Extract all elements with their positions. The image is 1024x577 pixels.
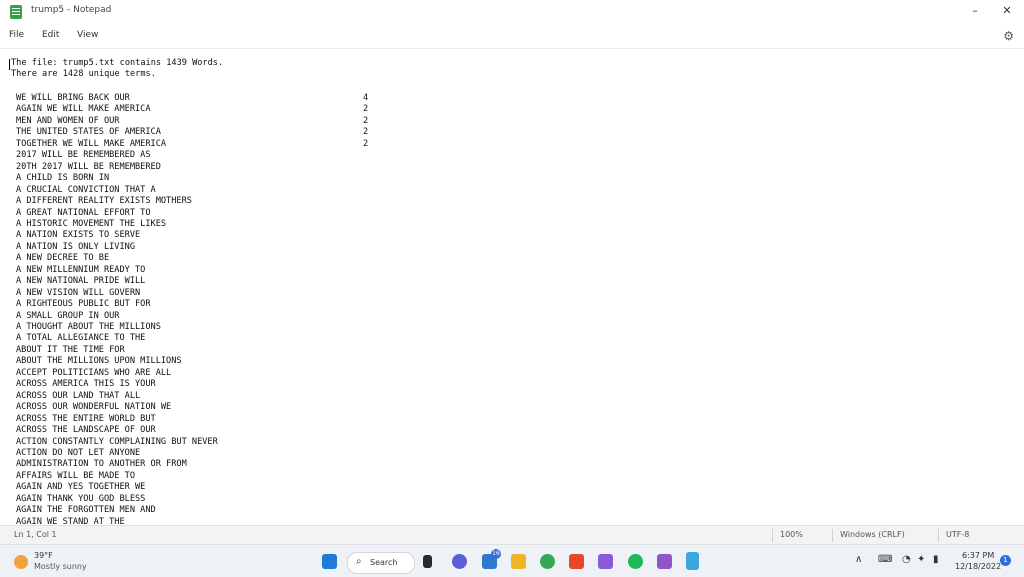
phrase-line: A SMALL GROUP IN OUR [16,310,120,321]
phrase-line: AGAIN THANK YOU GOD BLESS [16,493,146,504]
spotify-icon[interactable] [628,554,643,569]
file-explorer-icon[interactable] [511,554,526,569]
phrase-line: ABOUT IT THE TIME FOR [16,344,125,355]
minimize-icon[interactable]: – [967,3,983,19]
phrase-line: A NATION IS ONLY LIVING [16,241,135,252]
notepad-app-icon [10,5,22,19]
phrase-line: A NEW NATIONAL PRIDE WILL [16,276,146,287]
notepad-taskbar-icon[interactable] [686,552,699,570]
phrase-line: AGAIN THE FORGOTTEN MEN AND [16,505,156,516]
keyboard-icon[interactable]: ⌨ [878,554,892,565]
phrase-line: A GREAT NATIONAL EFFORT TO [16,207,151,218]
start-windows-icon[interactable] [322,554,337,569]
search-icon: ⌕ [356,556,362,567]
phrase-count: 2 [363,104,369,115]
phrase-line: ACROSS OUR LAND THAT ALL [16,390,141,401]
weather-temperature[interactable]: 39°F [34,551,53,560]
phrase-line: A DIFFERENT REALITY EXISTS MOTHERS [16,196,192,207]
phrase-count: 2 [363,115,369,126]
phrase-line: A THOUGHT ABOUT THE MILLIONS [16,322,161,332]
clock-date[interactable]: 12/18/2022 [955,562,1001,571]
phrase-count: 2 [363,127,369,138]
encoding[interactable]: UTF-8 [946,530,969,539]
teams-chat-icon[interactable] [452,554,467,569]
phrase-line: AGAIN WE STAND AT THE [16,516,125,525]
phrase-line: A CHILD IS BORN IN [16,173,110,184]
status-bar: Ln 1, Col 1 100% Windows (CRLF) UTF-8 [0,525,1024,545]
phrase-line: ADMINISTRATION TO ANOTHER OR FROM [16,459,187,470]
phrase-line: A HISTORIC MOVEMENT THE LIKES [16,218,167,229]
phrase-line: A CRUCIAL CONVICTION THAT A [16,184,156,195]
battery-icon[interactable]: ▮ [933,554,939,565]
phrase-line: A RIGHTEOUS PUBLIC BUT FOR [16,299,151,310]
zoom-level[interactable]: 100% [780,530,803,539]
phrase-line: ACTION CONSTANTLY COMPLAINING BUT NEVER [16,436,218,447]
menu-file[interactable]: File [9,30,24,40]
menu-bar: File Edit View ⚙ [0,24,1024,49]
taskbar-search[interactable]: ⌕ Search [347,552,415,574]
phrase-line: THE UNITED STATES OF AMERICA [16,127,161,138]
mail-badge: 16 [491,549,501,559]
header-line-2: There are 1428 unique terms. [11,69,156,79]
phrase-line: WE WILL BRING BACK OUR [16,93,130,103]
phrase-line: AFFAIRS WILL BE MADE TO [16,470,135,481]
phrase-line: 2017 WILL BE REMEMBERED AS [16,150,151,161]
phrase-line: MEN AND WOMEN OF OUR [16,115,120,126]
settings-gear-icon[interactable]: ⚙ [1003,29,1014,43]
visual-studio-icon[interactable] [598,554,613,569]
window-title: trump5 - Notepad [31,5,112,15]
phrase-line: ACCEPT POLITICIANS WHO ARE ALL [16,367,172,378]
phrase-line: A NATION EXISTS TO SERVE [16,230,141,241]
phrase-line: 20TH 2017 WILL BE REMEMBERED [16,161,161,172]
phrase-line: A TOTAL ALLEGIANCE TO THE [16,333,146,344]
text-caret [9,59,10,70]
status-divider [832,529,833,542]
visual-studio-2-icon[interactable] [657,554,672,569]
status-divider [772,529,773,542]
phrase-line: AGAIN AND YES TOGETHER WE [16,482,146,493]
phrase-line: ACTION DO NOT LET ANYONE [16,447,141,458]
phrase-line: ABOUT THE MILLIONS UPON MILLIONS [16,356,182,367]
phrase-line: A NEW VISION WILL GOVERN [16,287,141,298]
volume-icon[interactable]: ✦ [917,554,925,565]
clock-time[interactable]: 6:37 PM [962,551,994,560]
chrome-icon[interactable] [540,554,555,569]
chevron-up-icon[interactable]: ∧ [855,554,862,565]
line-ending[interactable]: Windows (CRLF) [840,530,905,539]
status-divider [938,529,939,542]
weather-condition[interactable]: Mostly sunny [34,562,87,571]
weather-sun-icon[interactable] [14,555,28,569]
menu-edit[interactable]: Edit [42,30,59,40]
phrase-line: AGAIN WE WILL MAKE AMERICA [16,104,151,115]
phrase-line: TOGETHER WE WILL MAKE AMERICA [16,138,167,149]
phrase-count: 2 [363,138,369,149]
phrase-line: A NEW DECREE TO BE [16,253,110,264]
notification-badge[interactable]: 1 [1000,555,1011,566]
wifi-icon[interactable]: ◔ [902,554,911,565]
cursor-position: Ln 1, Col 1 [14,530,57,539]
search-label: Search [370,558,398,567]
text-editor[interactable]: The file: trump5.txt contains 1439 Words… [0,49,1024,525]
taskbar: 39°F Mostly sunny ⌕ Search 16 ∧ ⌨ ◔ ✦ ▮ … [0,544,1024,577]
menu-view[interactable]: View [77,30,98,40]
phrase-line: ACROSS OUR WONDERFUL NATION WE [16,402,172,413]
task-view-icon[interactable] [423,555,432,568]
phrase-line: ACROSS AMERICA THIS IS YOUR [16,379,156,390]
header-line-1: The file: trump5.txt contains 1439 Words… [11,58,224,68]
close-icon[interactable]: ✕ [999,3,1015,19]
phrase-line: ACROSS THE ENTIRE WORLD BUT [16,413,156,424]
phrase-line: ACROSS THE LANDSCAPE OF OUR [16,425,156,436]
phrase-count: 4 [363,93,369,103]
office-icon[interactable] [569,554,584,569]
phrase-line: A NEW MILLENNIUM READY TO [16,264,146,275]
title-bar: trump5 - Notepad – ✕ [0,0,1024,24]
